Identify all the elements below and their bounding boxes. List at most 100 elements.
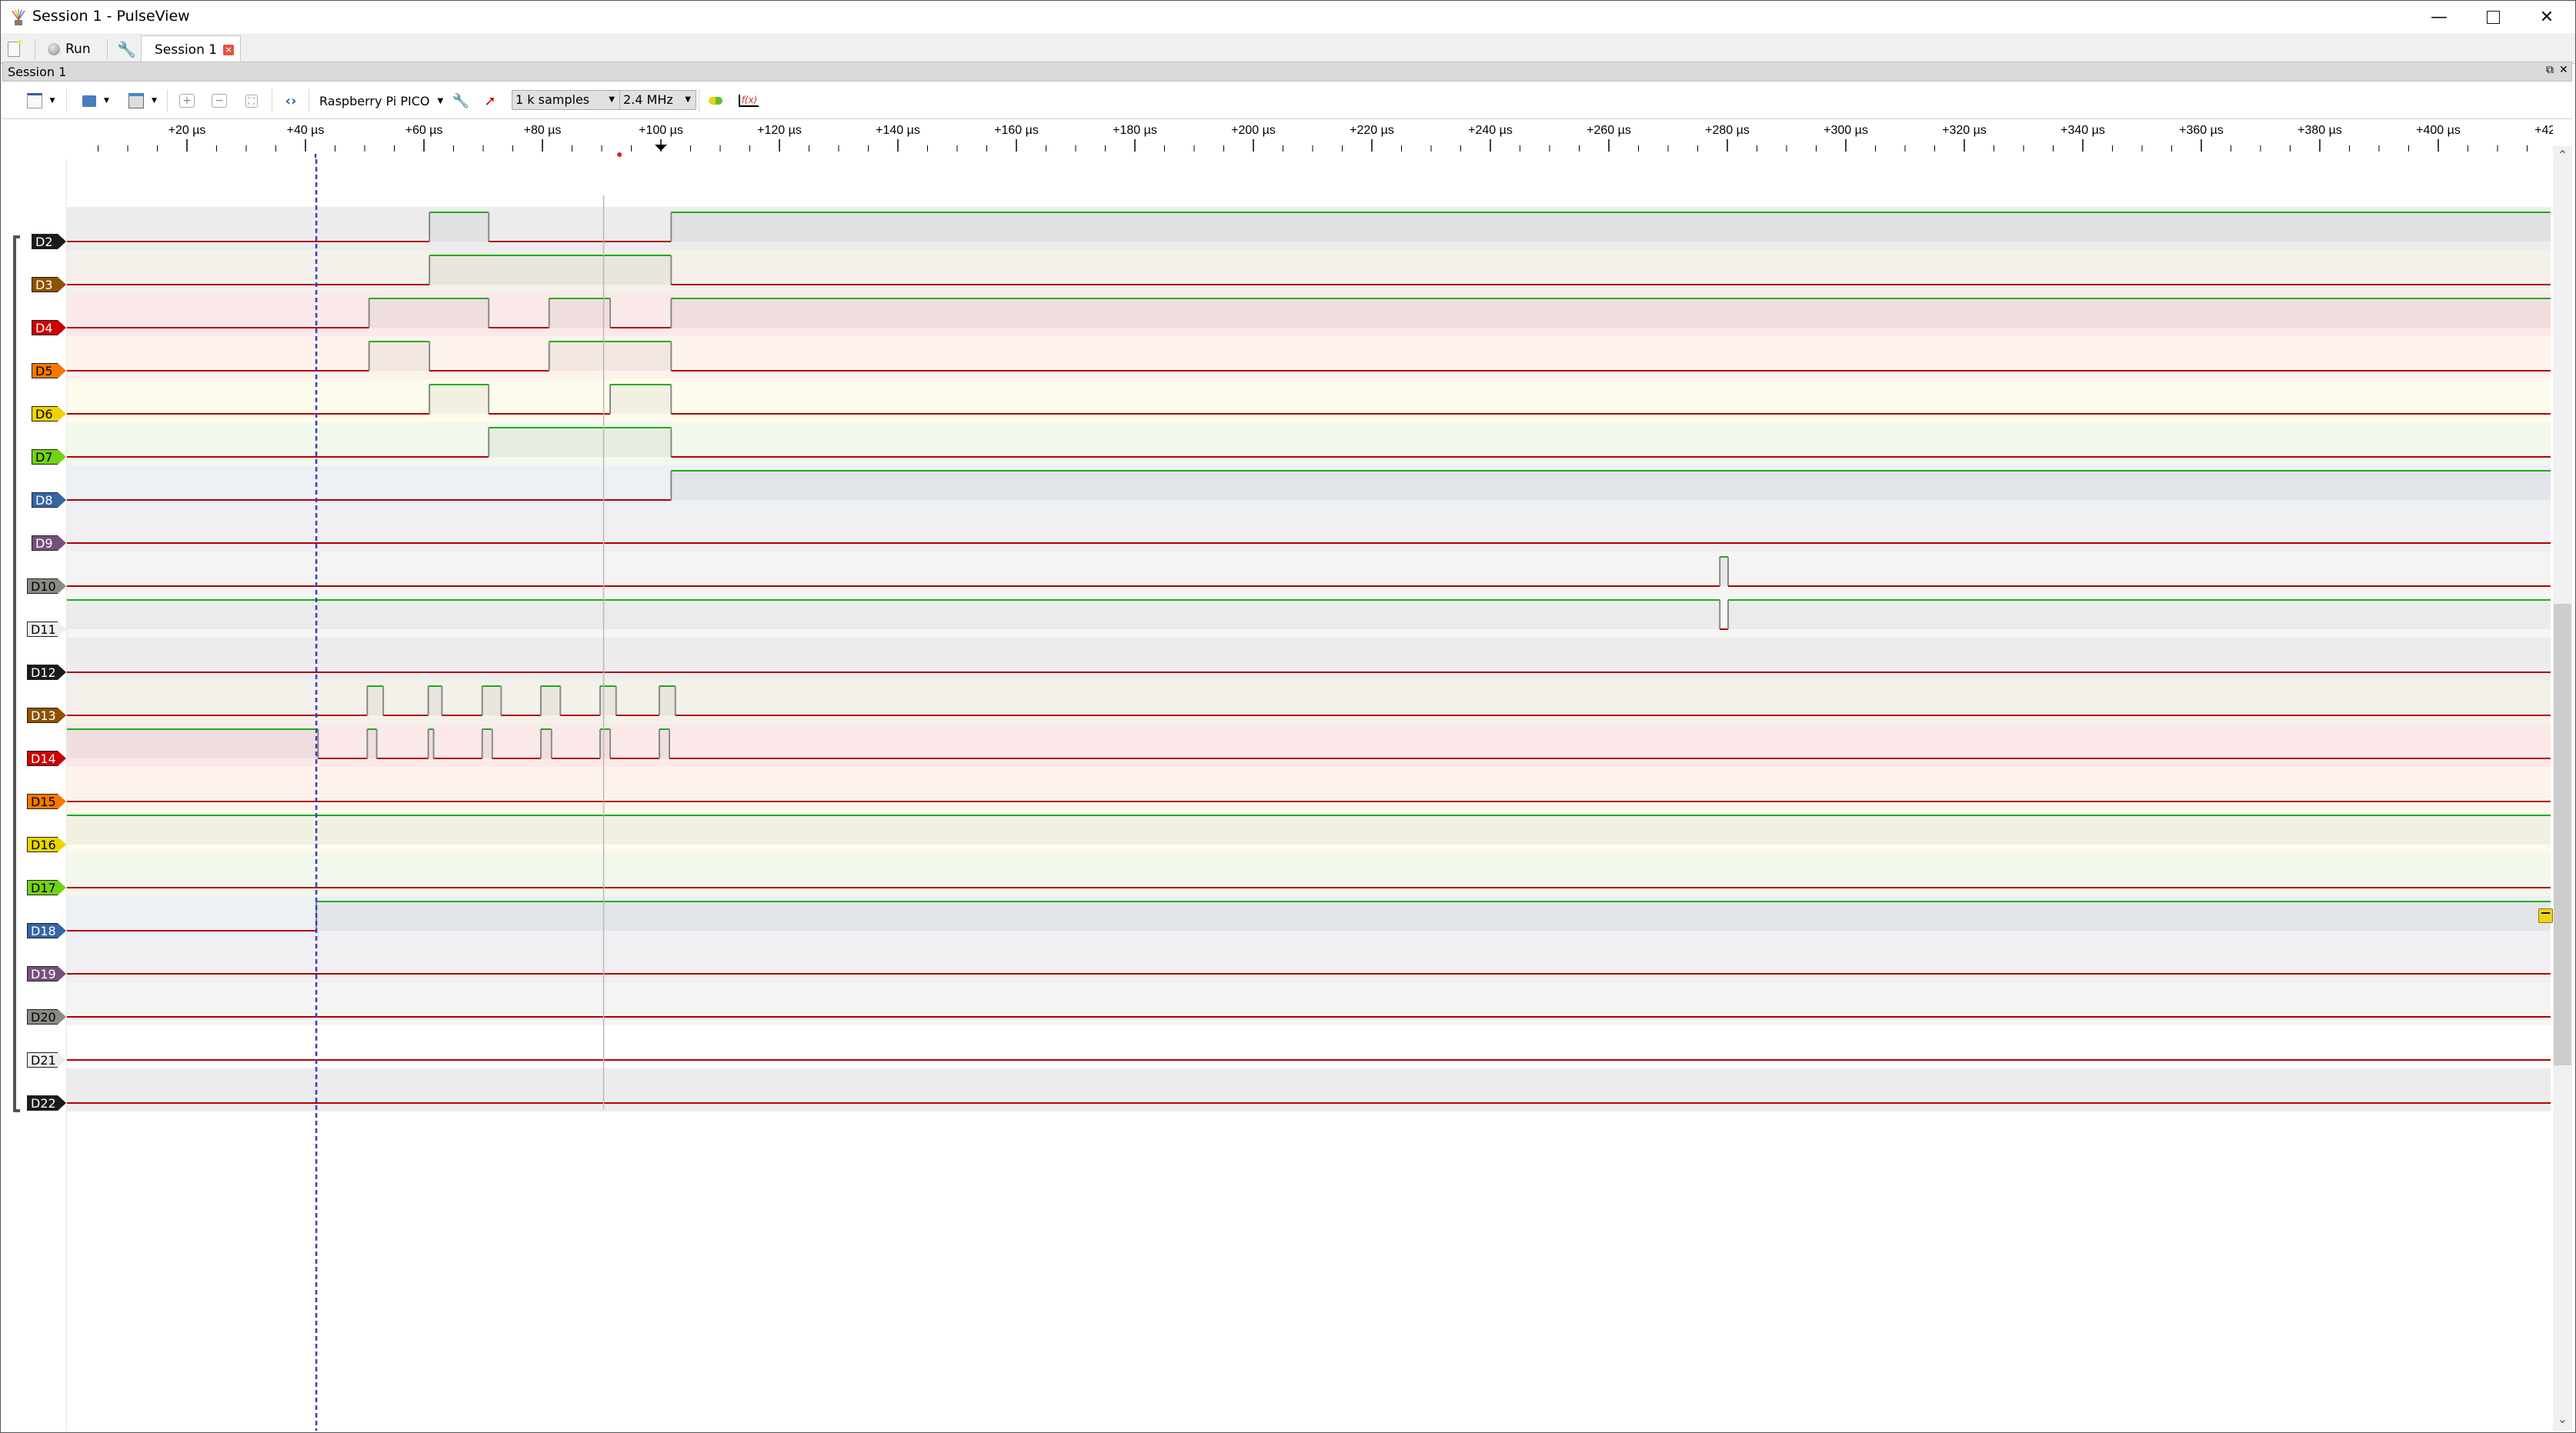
channel-name: D6 — [35, 407, 53, 422]
scroll-down-icon[interactable]: ⌄ — [2553, 1411, 2572, 1426]
vertical-scrollbar[interactable]: ⌃ ⌄ — [2553, 146, 2572, 1431]
channel-label-d11[interactable]: D11 — [27, 622, 66, 637]
channel-label-d12[interactable]: D12 — [27, 665, 66, 680]
channel-background — [67, 638, 2551, 681]
channels-button[interactable]: ➚ — [479, 89, 501, 112]
channel-trace-d5 — [67, 336, 2551, 379]
channel-label-d16[interactable]: D16 — [27, 837, 66, 852]
channel-background — [67, 1025, 2551, 1068]
new-view-button[interactable]: ▼ — [18, 89, 64, 112]
channel-name: D19 — [31, 967, 56, 981]
channel-label-d2[interactable]: D2 — [32, 234, 66, 249]
channel-label-d8[interactable]: D8 — [32, 492, 66, 508]
channel-name: D17 — [31, 881, 56, 895]
zoom-fit-button[interactable]: ⛶ — [240, 89, 263, 112]
channel-label-d14[interactable]: D14 — [27, 751, 66, 766]
channel-label-d4[interactable]: D4 — [32, 320, 66, 335]
ruler-tick-label: +80 µs — [524, 124, 562, 137]
session-tab-label: Session 1 — [155, 42, 218, 58]
device-name: Raspberry Pi PICO — [319, 93, 430, 108]
ruler-tick-label: +400 µs — [2416, 124, 2461, 137]
ruler-tick-label: +280 µs — [1705, 124, 1750, 137]
float-dock-icon[interactable]: ⧉ — [2546, 64, 2554, 76]
minimize-button[interactable]: — — [2416, 5, 2462, 29]
math-icon: f(x) — [738, 95, 759, 107]
channel-background — [67, 724, 2551, 767]
tab-session-1[interactable]: Session 1 × — [141, 35, 241, 63]
channel-label-d20[interactable]: D20 — [27, 1009, 66, 1025]
save-button[interactable]: ▼ — [122, 89, 164, 112]
pulseview-logo-icon — [12, 9, 25, 25]
cursors-button[interactable]: ‹› — [279, 89, 302, 112]
zoom-in-button[interactable]: + — [175, 89, 199, 112]
zoom-fit-icon: ⛶ — [245, 94, 259, 108]
time-ruler[interactable]: +20 µs +40 µs +60 µs +80 µs +100 µs +120 µs +1… — [66, 119, 2553, 159]
channel-label-d3[interactable]: D3 — [32, 277, 66, 292]
add-decoder-button[interactable] — [704, 89, 727, 112]
settings-button[interactable]: 🔧 — [117, 35, 136, 63]
channel-label-d5[interactable]: D5 — [32, 363, 66, 378]
device-selector[interactable]: Raspberry Pi PICO ▼ — [319, 89, 450, 112]
channel-label-d17[interactable]: D17 — [27, 880, 66, 895]
device-config-button[interactable]: 🔧 — [450, 89, 472, 112]
ruler-tick-label: +140 µs — [876, 124, 920, 137]
scroll-up-icon[interactable]: ⌃ — [2553, 148, 2572, 162]
open-icon — [82, 95, 97, 107]
ruler-tick-label: +40 µs — [287, 124, 325, 137]
close-button[interactable]: ✕ — [2524, 5, 2570, 29]
channel-label-d18[interactable]: D18 — [27, 923, 66, 938]
channel-name: D2 — [35, 235, 53, 249]
high-fill — [549, 298, 611, 328]
channel-name: D11 — [31, 622, 56, 637]
channel-name: D9 — [35, 536, 53, 551]
channel-trace-d10 — [67, 552, 2551, 595]
channel-label-d21[interactable]: D21 — [27, 1052, 66, 1068]
channel-trace-d18 — [67, 896, 2551, 939]
maximize-icon — [2486, 10, 2500, 24]
channel-label-d9[interactable]: D9 — [32, 535, 66, 551]
new-view-icon — [26, 93, 42, 108]
channel-label-d6[interactable]: D6 — [32, 406, 66, 422]
channel-group-marker-icon[interactable] — [2538, 908, 2553, 923]
high-fill — [671, 212, 2551, 242]
scrollbar-thumb[interactable] — [2554, 604, 2571, 1065]
add-math-button[interactable]: f(x) — [737, 89, 760, 112]
channel-trace-d22 — [67, 1068, 2551, 1111]
high-fill — [429, 385, 489, 414]
maximize-button[interactable] — [2470, 5, 2516, 29]
high-fill — [67, 729, 319, 758]
channel-trace-d19 — [67, 939, 2551, 982]
marker-flag-icon[interactable] — [655, 145, 667, 151]
high-fill — [1728, 600, 2551, 629]
run-button[interactable]: Run — [48, 35, 91, 63]
close-tab-icon[interactable]: × — [223, 44, 235, 55]
channel-label-d15[interactable]: D15 — [27, 794, 66, 809]
channel-label-d10[interactable]: D10 — [27, 578, 66, 594]
high-fill — [428, 686, 442, 715]
high-fill — [540, 686, 561, 715]
channel-label-d7[interactable]: D7 — [32, 449, 66, 465]
high-fill — [671, 298, 2551, 328]
high-fill — [428, 729, 434, 758]
samples-combo[interactable]: 1 k samples ▼ — [512, 90, 620, 110]
channel-name: D18 — [31, 924, 56, 938]
samples-value: 1 k samples — [516, 92, 590, 107]
open-button[interactable]: ▼ — [75, 89, 117, 112]
channel-trace-d9 — [67, 508, 2551, 552]
zoom-out-button[interactable]: − — [208, 89, 231, 112]
high-fill — [671, 471, 2551, 500]
channel-trace-d6 — [67, 379, 2551, 422]
channel-label-d19[interactable]: D19 — [27, 966, 66, 981]
decoder-icon — [709, 97, 722, 105]
channel-trace-d14 — [67, 724, 2551, 767]
waveform-view[interactable] — [66, 159, 2554, 1431]
channel-trace-d4 — [67, 293, 2551, 336]
session-toolbar: ▼ ▼ ▼ + − ⛶ ‹› Raspberry Pi PICO ▼ 🔧 ➚ 1… — [2, 83, 2572, 119]
run-label: Run — [65, 41, 91, 57]
channel-label-d22[interactable]: D22 — [27, 1095, 66, 1111]
new-session-button[interactable] — [8, 35, 22, 63]
samplerate-combo[interactable]: 2.4 MHz ▼ — [619, 90, 696, 110]
channel-label-d13[interactable]: D13 — [27, 708, 66, 723]
ruler-tick-label: +380 µs — [2297, 124, 2342, 137]
close-dock-icon[interactable]: ✕ — [2559, 64, 2568, 76]
